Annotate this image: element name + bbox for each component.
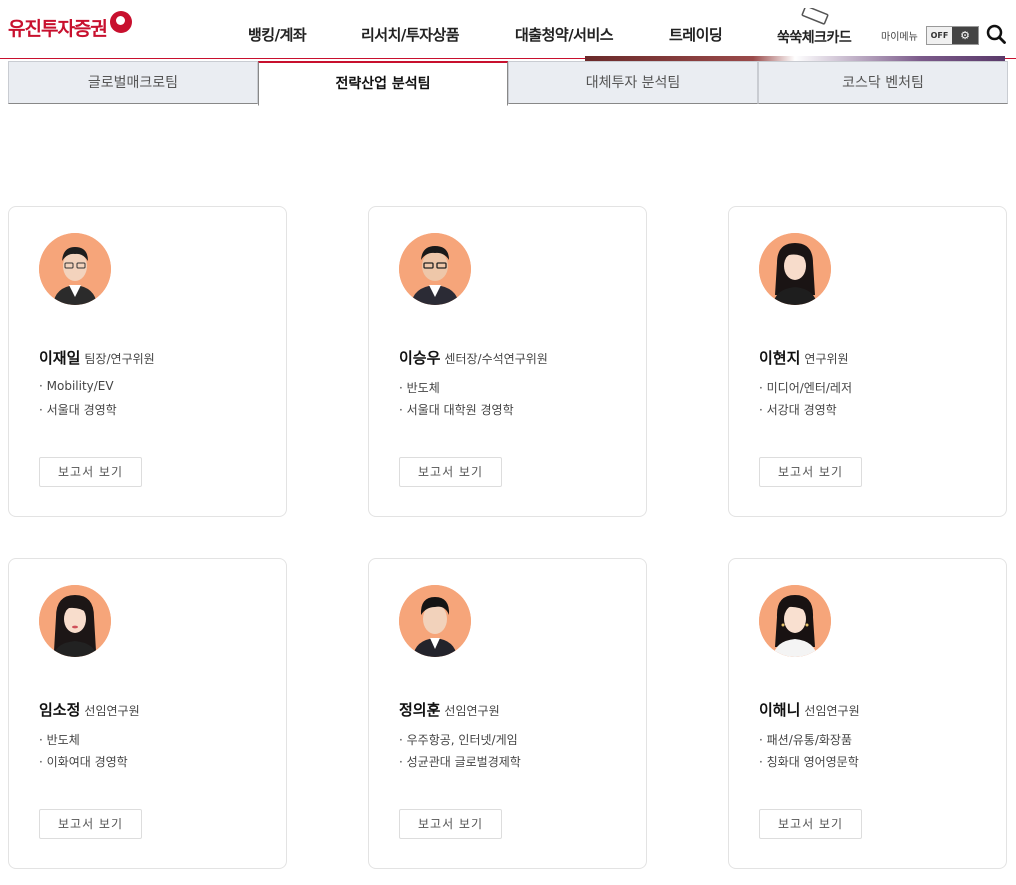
analyst-name-line: 정의훈 선임연구원 bbox=[399, 699, 500, 720]
analyst-education: · 서울대 대학원 경영학 bbox=[399, 403, 514, 417]
analyst-education: · 성균관대 글로벌경제학 bbox=[399, 755, 521, 769]
analyst-name-line: 이승우 센터장/수석연구위원 bbox=[399, 347, 548, 368]
tab-global-macro[interactable]: 글로벌매크로팀 bbox=[8, 61, 258, 104]
analyst-education: · 서강대 경영학 bbox=[759, 403, 837, 417]
toggle-off-label: OFF bbox=[927, 27, 952, 44]
view-report-button[interactable]: 보고서 보기 bbox=[759, 457, 862, 487]
analyst-name: 이재일 bbox=[39, 349, 81, 367]
analyst-card: 정의훈 선임연구원 · 우주항공, 인터넷/게임 · 성균관대 글로벌경제학 보고… bbox=[368, 558, 647, 869]
analyst-name-line: 이해니 선임연구원 bbox=[759, 699, 860, 720]
tab-strategic-industry[interactable]: 전략산업 분석팀 bbox=[258, 61, 508, 106]
analyst-title: 팀장/연구위원 bbox=[84, 352, 155, 366]
analyst-name: 임소정 bbox=[39, 701, 81, 719]
logo-text: 유진투자증권 bbox=[8, 17, 108, 40]
nav-trading[interactable]: 트레이딩 bbox=[669, 24, 723, 45]
check-card-icon bbox=[801, 8, 829, 25]
analyst-title: 선임연구원 bbox=[84, 704, 140, 718]
nav-loans[interactable]: 대출청약/서비스 bbox=[515, 24, 614, 45]
analyst-coverage: · 반도체 bbox=[39, 733, 80, 747]
analyst-title: 센터장/수석연구위원 bbox=[444, 352, 548, 366]
analyst-name-line: 이현지 연구위원 bbox=[759, 347, 849, 368]
mymenu-label: 마이메뉴 bbox=[881, 32, 918, 43]
team-tabs: 글로벌매크로팀 전략산업 분석팀 대체투자 분석팀 코스닥 벤처팀 bbox=[8, 61, 1008, 106]
analyst-card: 이승우 센터장/수석연구위원 · 반도체 · 서울대 대학원 경영학 보고서 보기 bbox=[368, 206, 647, 517]
analyst-coverage: · Mobility/EV bbox=[39, 379, 114, 393]
mymenu-toggle[interactable]: OFF ⚙ bbox=[926, 26, 979, 45]
analyst-name-line: 이재일 팀장/연구위원 bbox=[39, 347, 155, 368]
view-report-button[interactable]: 보고서 보기 bbox=[399, 457, 502, 487]
analyst-photo-avatar bbox=[399, 585, 471, 657]
analyst-photo-avatar bbox=[399, 233, 471, 305]
company-logo[interactable]: 유진투자증권 bbox=[8, 10, 132, 44]
analyst-coverage: · 패션/유통/화장품 bbox=[759, 733, 852, 747]
analyst-card: 이재일 팀장/연구위원 · Mobility/EV · 서울대 경영학 보고서 보… bbox=[8, 206, 287, 517]
analyst-photo-avatar bbox=[759, 585, 831, 657]
analyst-name: 정의훈 bbox=[399, 701, 441, 719]
analyst-title: 선임연구원 bbox=[804, 704, 860, 718]
nav-research[interactable]: 리서치/투자상품 bbox=[361, 24, 460, 45]
logo-mark-icon bbox=[109, 11, 132, 33]
analyst-education: · 칭화대 영어영문학 bbox=[759, 755, 859, 769]
analyst-education: · 이화여대 경영학 bbox=[39, 755, 128, 769]
analyst-photo-avatar bbox=[39, 233, 111, 305]
analyst-card: 이현지 연구위원 · 미디어/엔터/레저 · 서강대 경영학 보고서 보기 bbox=[728, 206, 1007, 517]
view-report-button[interactable]: 보고서 보기 bbox=[399, 809, 502, 839]
view-report-button[interactable]: 보고서 보기 bbox=[39, 809, 142, 839]
view-report-button[interactable]: 보고서 보기 bbox=[759, 809, 862, 839]
tab-kosdaq-venture[interactable]: 코스닥 벤처팀 bbox=[758, 61, 1008, 104]
tab-alternative-investment[interactable]: 대체투자 분석팀 bbox=[508, 61, 758, 104]
analyst-name: 이해니 bbox=[759, 701, 801, 719]
gear-icon[interactable]: ⚙ bbox=[952, 27, 978, 44]
nav-check-card[interactable]: 쑥쑥체크카드 bbox=[777, 27, 852, 47]
analyst-coverage: · 반도체 bbox=[399, 381, 440, 395]
analyst-photo-avatar bbox=[39, 585, 111, 657]
search-icon[interactable] bbox=[986, 24, 1006, 44]
analyst-name: 이현지 bbox=[759, 349, 801, 367]
analyst-title: 선임연구원 bbox=[444, 704, 500, 718]
analyst-card: 이해니 선임연구원 · 패션/유통/화장품 · 칭화대 영어영문학 보고서 보기 bbox=[728, 558, 1007, 869]
nav-banking[interactable]: 뱅킹/계좌 bbox=[248, 24, 307, 45]
site-header: 유진투자증권 뱅킹/계좌 리서치/투자상품 대출청약/서비스 트레이딩 쑥쑥체크… bbox=[0, 0, 1016, 59]
analyst-title: 연구위원 bbox=[804, 352, 849, 366]
analyst-coverage: · 우주항공, 인터넷/게임 bbox=[399, 733, 518, 747]
analyst-education: · 서울대 경영학 bbox=[39, 403, 117, 417]
view-report-button[interactable]: 보고서 보기 bbox=[39, 457, 142, 487]
analyst-name-line: 임소정 선임연구원 bbox=[39, 699, 140, 720]
analyst-photo-avatar bbox=[759, 233, 831, 305]
analyst-coverage: · 미디어/엔터/레저 bbox=[759, 381, 852, 395]
analyst-card: 임소정 선임연구원 · 반도체 · 이화여대 경영학 보고서 보기 bbox=[8, 558, 287, 869]
analyst-name: 이승우 bbox=[399, 349, 441, 367]
